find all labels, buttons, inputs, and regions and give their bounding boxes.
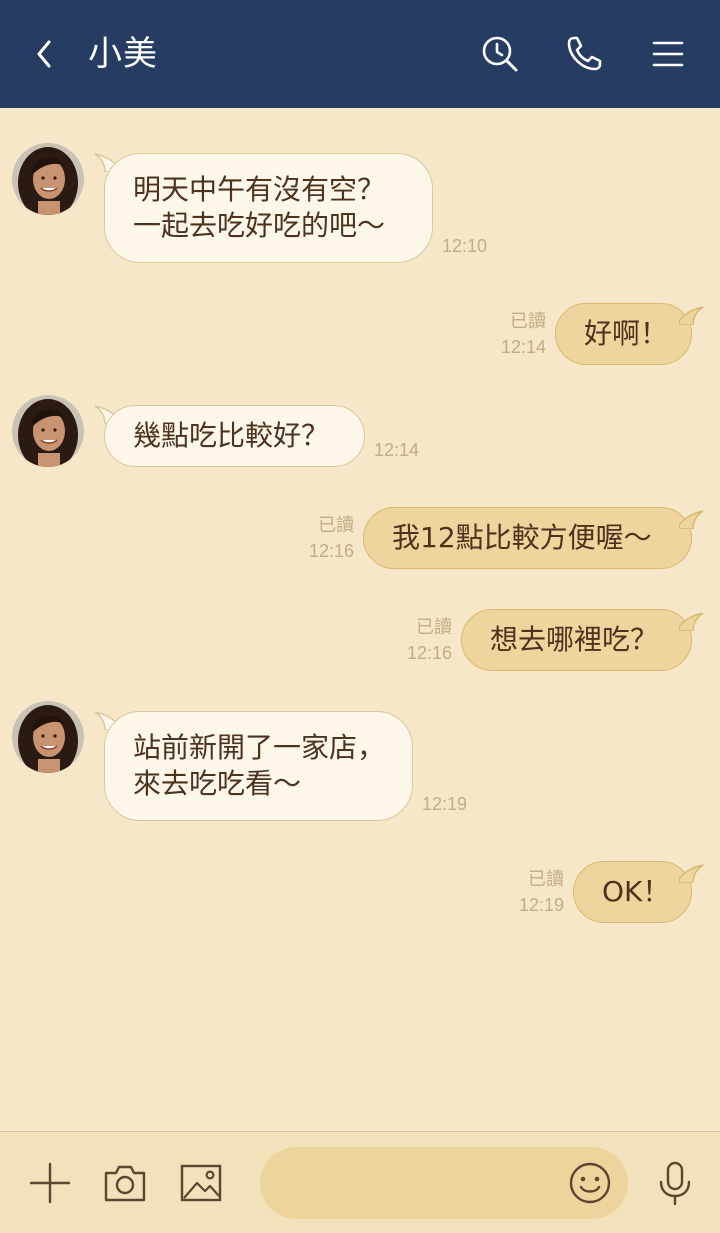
message-time: 12:14 bbox=[374, 440, 420, 460]
search-clock-icon bbox=[482, 36, 518, 72]
message-line: 一起去吃好吃的吧～ bbox=[133, 209, 386, 242]
bubble-tail bbox=[679, 612, 704, 631]
camera-button[interactable] bbox=[100, 1158, 150, 1208]
chat-header: 小美 bbox=[0, 0, 720, 108]
voice-button[interactable] bbox=[650, 1158, 700, 1208]
message-line: 明天中午有沒有空？ bbox=[133, 173, 386, 206]
message-text: 我12點比較方便喔～ bbox=[392, 521, 652, 554]
image-button[interactable] bbox=[176, 1158, 226, 1208]
message-time: 12:16 bbox=[406, 643, 452, 663]
chevron-left-icon bbox=[37, 40, 51, 68]
message-line: 來去吃吃看～ bbox=[133, 767, 302, 800]
read-status: 已讀 bbox=[510, 311, 546, 331]
bubble-tail bbox=[679, 864, 704, 883]
message-time: 12:19 bbox=[422, 794, 468, 814]
message-input-container bbox=[260, 1147, 628, 1221]
friend-avatar[interactable] bbox=[12, 701, 84, 773]
message-text: 好啊！ bbox=[584, 317, 669, 350]
message-time: 12:19 bbox=[518, 895, 564, 915]
outgoing-message-bubble[interactable]: 好啊！ bbox=[555, 303, 692, 365]
message-text: 想去哪裡吃？ bbox=[490, 623, 659, 656]
message-meta: 已讀 12:14 bbox=[480, 308, 546, 360]
phone-icon bbox=[567, 36, 602, 71]
search-button[interactable] bbox=[476, 30, 524, 78]
message-time: 12:14 bbox=[500, 337, 546, 357]
message-meta: 已讀 12:16 bbox=[288, 512, 354, 564]
message-time: 12:16 bbox=[308, 541, 354, 561]
incoming-message-bubble[interactable]: 幾點吃比較好？ bbox=[104, 405, 365, 467]
friend-avatar[interactable] bbox=[12, 143, 84, 215]
message-input[interactable] bbox=[284, 1147, 568, 1221]
back-button[interactable] bbox=[26, 30, 62, 78]
read-status: 已讀 bbox=[528, 869, 564, 889]
message-time: 12:10 bbox=[442, 236, 488, 256]
smiley-icon bbox=[569, 1162, 611, 1204]
emoji-button[interactable] bbox=[566, 1159, 614, 1207]
outgoing-message-bubble[interactable]: 想去哪裡吃？ bbox=[461, 609, 692, 671]
plus-icon bbox=[29, 1162, 71, 1204]
camera-icon bbox=[104, 1165, 146, 1202]
message-meta: 已讀 12:16 bbox=[386, 614, 452, 666]
outgoing-message-bubble[interactable]: 我12點比較方便喔～ bbox=[363, 507, 692, 569]
bubble-tail bbox=[679, 306, 704, 325]
call-button[interactable] bbox=[560, 30, 608, 78]
friend-avatar[interactable] bbox=[12, 395, 84, 467]
hamburger-menu-icon bbox=[652, 41, 684, 67]
image-icon bbox=[180, 1164, 222, 1202]
message-line: 幾點吃比較好？ bbox=[133, 419, 330, 452]
read-status: 已讀 bbox=[318, 515, 354, 535]
message-meta: 已讀 12:19 bbox=[498, 866, 564, 918]
message-text: OK！ bbox=[602, 875, 671, 908]
menu-button[interactable] bbox=[644, 30, 692, 78]
chat-title: 小美 bbox=[88, 34, 158, 74]
incoming-message-bubble[interactable]: 明天中午有沒有空？ 一起去吃好吃的吧～ bbox=[104, 153, 433, 263]
incoming-message-bubble[interactable]: 站前新開了一家店， 來去吃吃看～ bbox=[104, 711, 413, 821]
add-button[interactable] bbox=[25, 1158, 75, 1208]
message-line: 站前新開了一家店， bbox=[133, 731, 386, 764]
microphone-icon bbox=[659, 1161, 691, 1206]
bubble-tail bbox=[679, 510, 704, 529]
composer-bar bbox=[0, 1131, 720, 1233]
outgoing-message-bubble[interactable]: OK！ bbox=[573, 861, 692, 923]
read-status: 已讀 bbox=[416, 617, 452, 637]
